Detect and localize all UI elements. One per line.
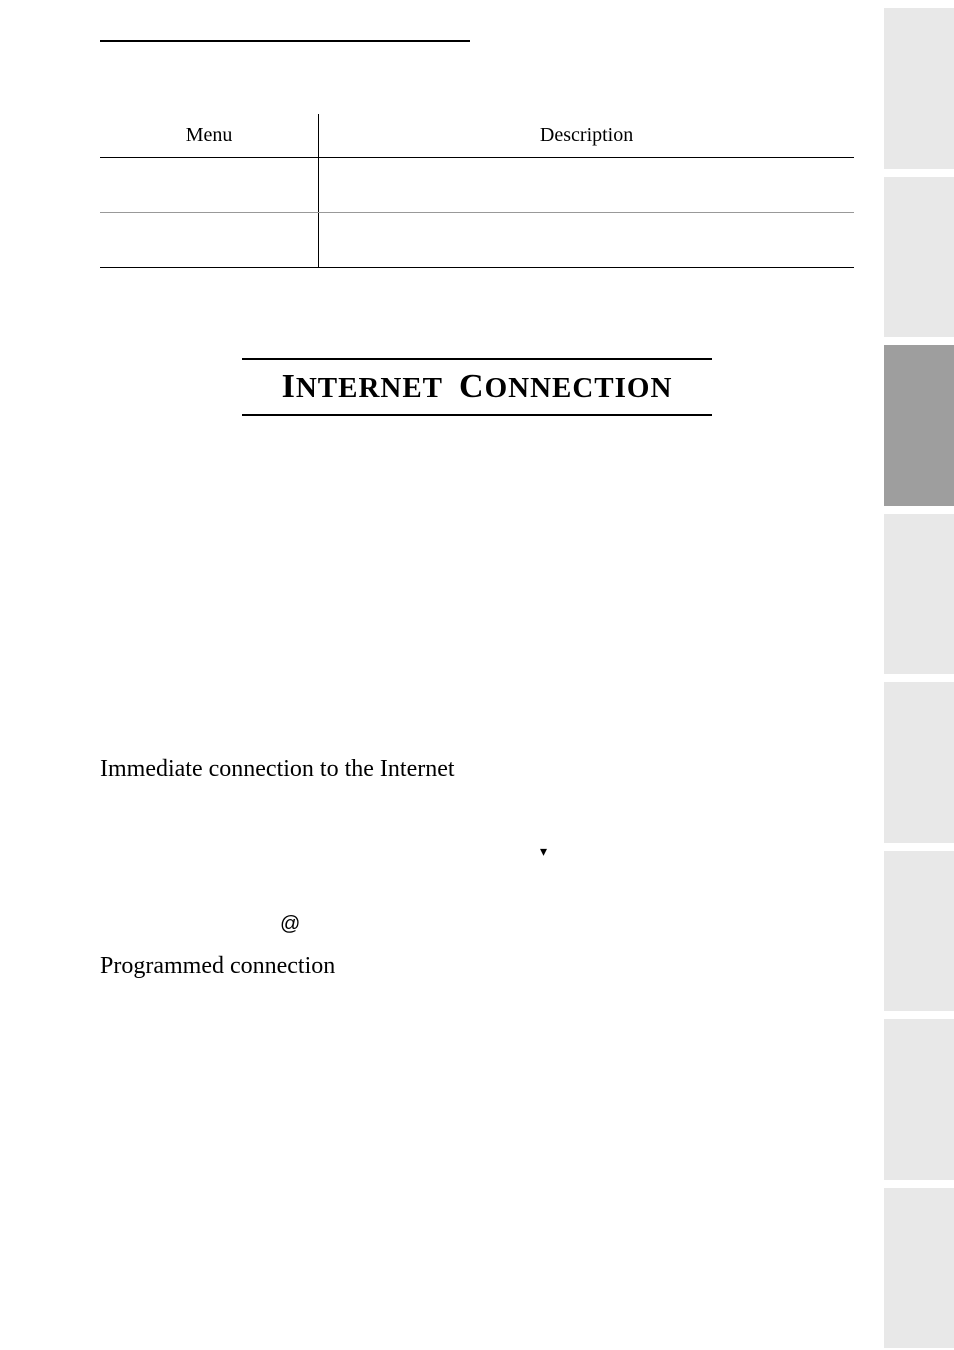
side-tab[interactable] [884, 682, 954, 845]
side-tab[interactable] [884, 8, 954, 171]
subheading-programmed-connection: Programmed connection [100, 953, 854, 980]
side-tab[interactable] [884, 851, 954, 1014]
menu-description-table: Menu Description [100, 114, 854, 268]
table-header-menu: Menu [100, 114, 319, 158]
table-cell-menu [100, 213, 319, 268]
side-tab[interactable] [884, 177, 954, 340]
table-cell-menu [100, 158, 319, 213]
table-row [100, 213, 854, 268]
side-tab[interactable] [884, 1019, 954, 1182]
side-tabs-container [884, 0, 954, 1350]
side-tab[interactable] [884, 514, 954, 677]
side-tab-active[interactable] [884, 345, 954, 508]
table-header-description: Description [319, 114, 854, 158]
subheading-immediate-connection: Immediate connection to the Internet [100, 756, 854, 783]
top-horizontal-rule [100, 40, 470, 42]
table-cell-description [319, 213, 854, 268]
side-tab[interactable] [884, 1188, 954, 1350]
down-triangle-icon: ▾ [540, 843, 547, 860]
section-title-internet-connection: INTERNET CONNECTION [242, 358, 713, 416]
table-row [100, 158, 854, 213]
at-symbol-icon: @ [280, 913, 300, 936]
table-cell-description [319, 158, 854, 213]
